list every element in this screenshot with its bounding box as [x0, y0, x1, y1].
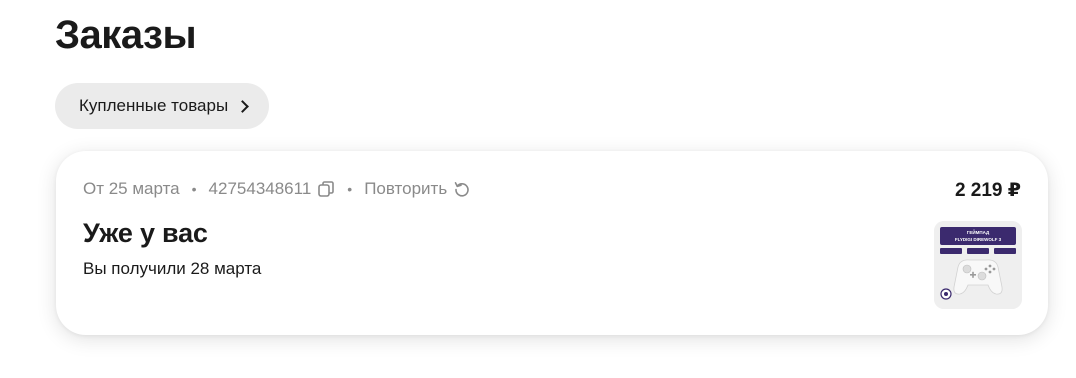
copy-icon[interactable]: [317, 180, 335, 198]
svg-text:ГЕЙМПАД: ГЕЙМПАД: [967, 228, 990, 235]
product-thumbnail[interactable]: ГЕЙМПАД FLYDIGI DIREWOLF 3: [934, 221, 1022, 309]
order-price: 2 219 ₽: [954, 180, 1021, 201]
order-card[interactable]: От 25 марта • 42754348611 • Повторить 2 …: [56, 151, 1048, 335]
chevron-right-icon: [236, 100, 250, 113]
page-title: Заказы: [55, 13, 197, 57]
separator-dot: •: [347, 181, 353, 197]
repeat-icon: [453, 180, 471, 198]
repeat-label: Повторить: [364, 179, 448, 198]
purchased-items-label: Купленные товары: [79, 96, 229, 115]
separator-dot: •: [191, 181, 197, 197]
order-status: Уже у вас: [83, 218, 208, 248]
order-received-date: Вы получили 28 марта: [83, 259, 262, 278]
purchased-items-button[interactable]: Купленные товары: [55, 83, 270, 129]
orders-page: Заказы Купленные товары От 25 марта • 42…: [0, 0, 1076, 378]
repeat-order-button[interactable]: Повторить: [364, 179, 471, 199]
order-date: От 25 марта: [83, 179, 180, 198]
svg-text:FLYDIGI DIREWOLF 3: FLYDIGI DIREWOLF 3: [955, 237, 1002, 242]
order-meta: От 25 марта • 42754348611 • Повторить: [83, 179, 471, 199]
gamepad-image: ГЕЙМПАД FLYDIGI DIREWOLF 3: [934, 221, 1022, 309]
order-number: 42754348611: [208, 179, 312, 198]
